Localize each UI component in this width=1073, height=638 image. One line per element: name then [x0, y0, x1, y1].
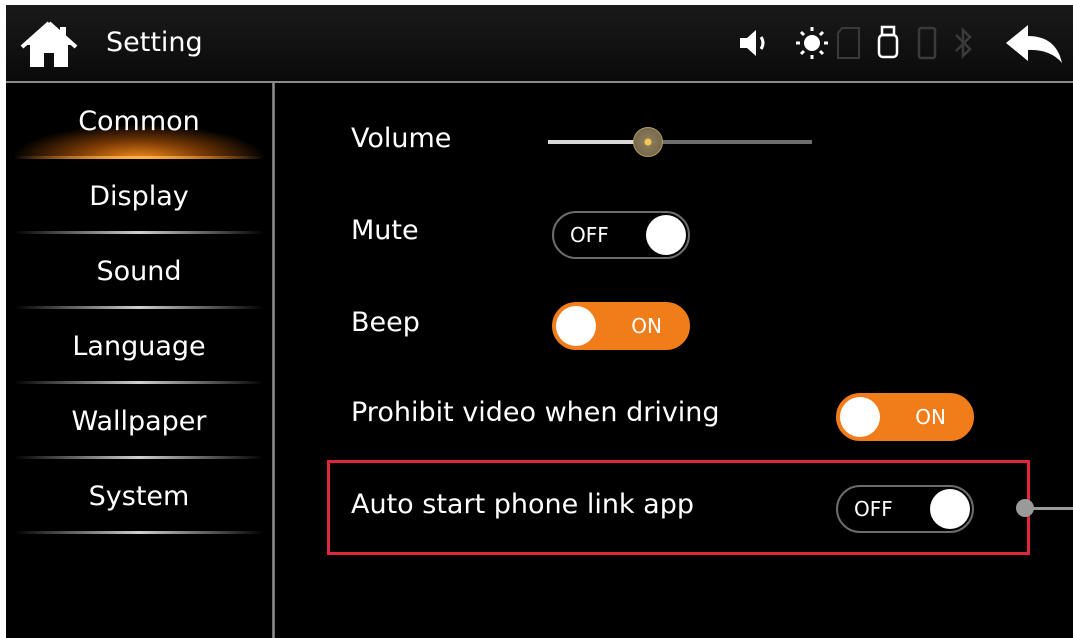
sd-card-icon	[837, 27, 860, 59]
sidebar-item-display[interactable]: Display	[6, 160, 272, 234]
sidebar-item-label: System	[88, 481, 190, 512]
sidebar-item-label: Common	[78, 106, 200, 137]
toggle-state-text: ON	[915, 405, 946, 429]
mute-label: Mute	[351, 215, 419, 246]
sidebar-item-sound[interactable]: Sound	[6, 235, 272, 309]
sidebar-item-label: Display	[89, 181, 189, 212]
toggle-knob	[646, 215, 686, 255]
divider	[14, 306, 264, 309]
back-icon[interactable]	[1004, 23, 1066, 67]
usb-icon	[877, 25, 899, 59]
toggle-knob	[840, 397, 880, 437]
callout-line	[1033, 507, 1073, 510]
callout-dot	[1016, 499, 1034, 517]
divider	[14, 531, 264, 534]
beep-toggle[interactable]: ON	[552, 302, 690, 350]
home-icon[interactable]	[20, 19, 78, 71]
sidebar-item-label: Wallpaper	[71, 406, 207, 437]
sidebar: Common Display Sound Language Wallpaper …	[6, 83, 272, 638]
sidebar-divider	[272, 83, 275, 638]
sidebar-item-label: Sound	[96, 256, 182, 287]
phone-icon	[917, 26, 937, 60]
bluetooth-icon	[955, 26, 972, 60]
divider	[14, 381, 264, 384]
sidebar-item-system[interactable]: System	[6, 460, 272, 534]
prohibit-video-toggle[interactable]: ON	[836, 393, 974, 441]
top-bar: Setting	[6, 5, 1073, 83]
toggle-knob	[556, 306, 596, 346]
sidebar-item-common[interactable]: Common	[6, 85, 272, 159]
highlight-box	[327, 460, 1030, 555]
divider	[14, 156, 264, 159]
head-unit-screen: Setting Common Display Sound Language Wa…	[6, 5, 1073, 638]
toggle-state-text: ON	[631, 314, 662, 338]
divider	[14, 231, 264, 234]
toggle-state-text: OFF	[570, 223, 609, 247]
page-title: Setting	[106, 27, 203, 58]
slider-thumb[interactable]	[633, 127, 663, 157]
sidebar-item-wallpaper[interactable]: Wallpaper	[6, 385, 272, 459]
mute-toggle[interactable]: OFF	[552, 211, 690, 259]
sidebar-item-label: Language	[72, 331, 206, 362]
volume-icon	[740, 30, 765, 56]
prohibit-video-label: Prohibit video when driving	[351, 397, 720, 428]
sidebar-item-language[interactable]: Language	[6, 310, 272, 384]
slider-empty-track	[650, 140, 812, 144]
volume-label: Volume	[351, 123, 452, 154]
beep-label: Beep	[351, 307, 420, 338]
brightness-icon	[796, 27, 828, 59]
divider	[14, 456, 264, 459]
